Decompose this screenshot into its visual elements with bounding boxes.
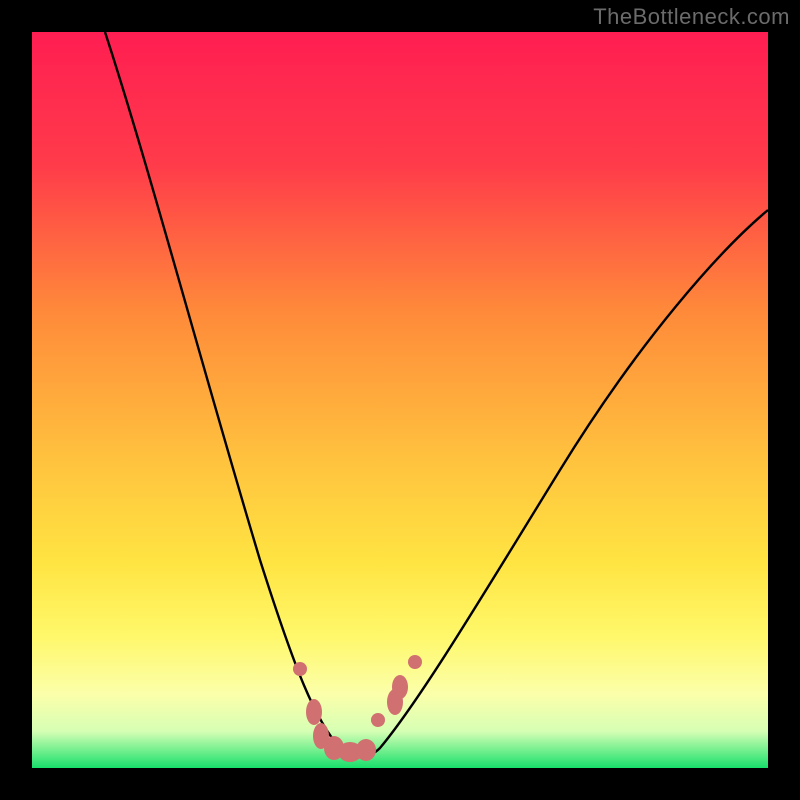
marker-dot	[408, 655, 422, 669]
plot-area	[32, 32, 768, 768]
marker-dot	[371, 713, 385, 727]
chart-svg	[0, 0, 800, 800]
marker-dot	[392, 675, 408, 699]
marker-dot	[306, 699, 322, 725]
watermark-text: TheBottleneck.com	[593, 4, 790, 30]
marker-dot	[293, 662, 307, 676]
chart-container: TheBottleneck.com	[0, 0, 800, 800]
marker-dot	[356, 739, 376, 761]
